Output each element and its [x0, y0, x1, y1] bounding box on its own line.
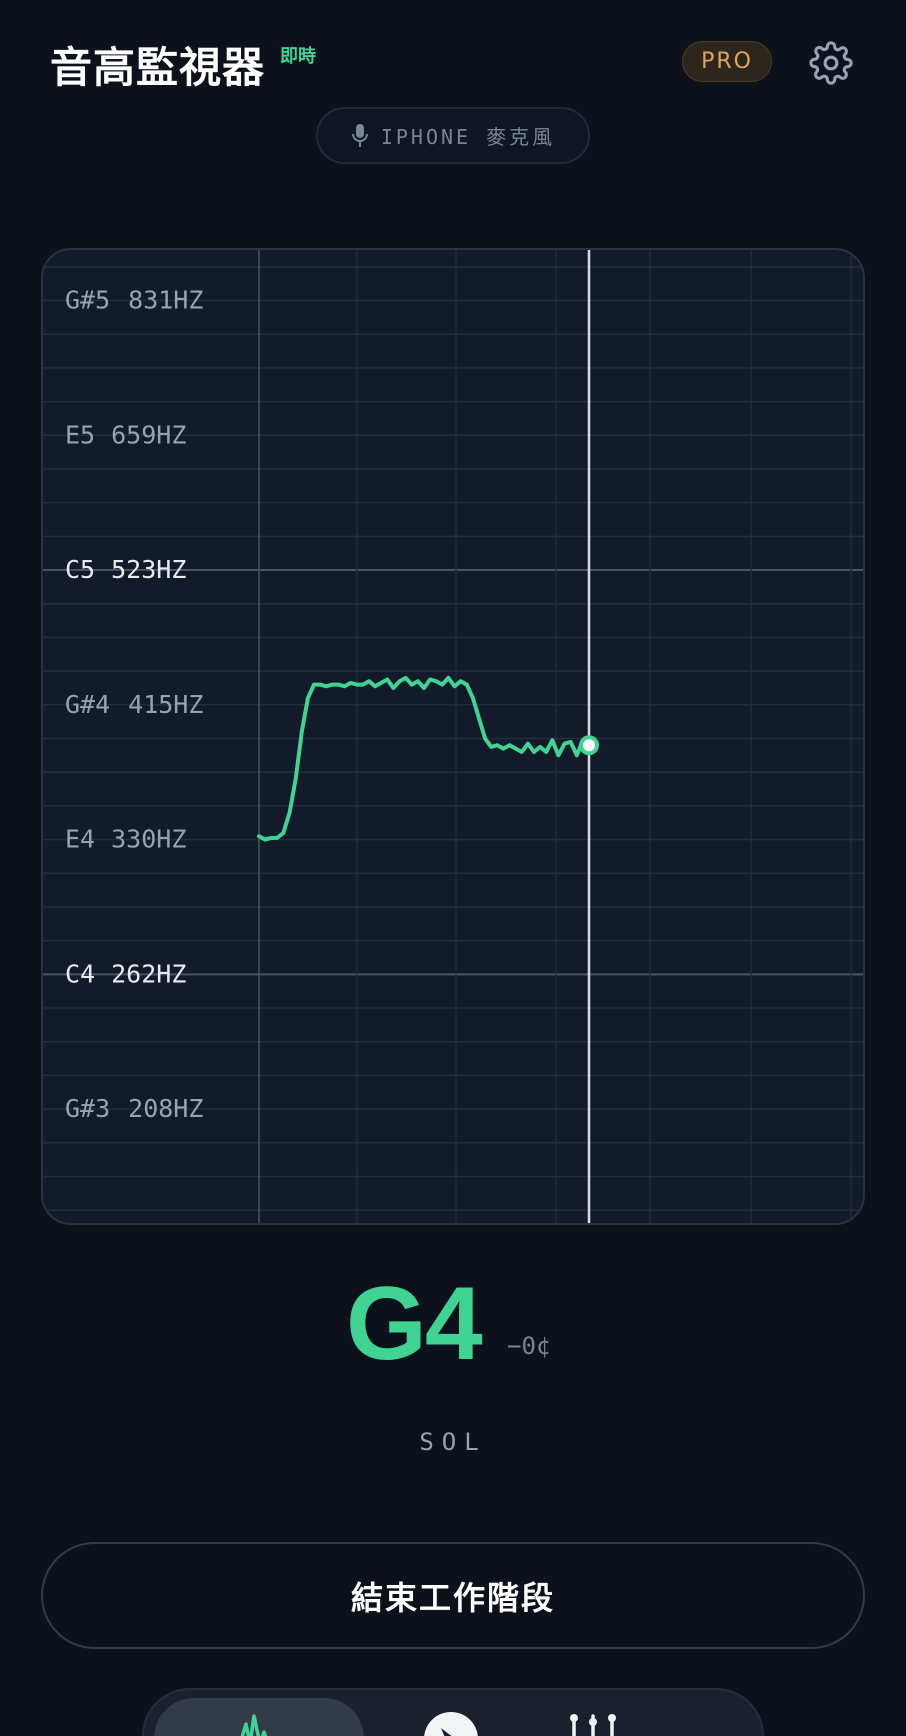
note-name: C4: [65, 959, 95, 988]
settings-button[interactable]: [808, 40, 854, 86]
end-session-button[interactable]: 結束工作階段: [41, 1542, 865, 1649]
note-label: G#4 415HZ: [65, 690, 203, 719]
note-name: E5: [65, 420, 95, 449]
tab-tuner[interactable]: [394, 1700, 504, 1736]
note-label: C5 523HZ: [65, 555, 186, 584]
note-frequency: 523HZ: [111, 555, 186, 584]
pitch-line: [257, 675, 591, 842]
sliders-icon: [570, 1714, 616, 1736]
detected-note: G4: [346, 1266, 483, 1382]
solfege-label: SOL: [419, 1428, 487, 1456]
note-name: G#4: [65, 690, 110, 719]
note-frequency: 208HZ: [128, 1094, 203, 1123]
note-name: G#5: [65, 286, 110, 315]
tab-bar: [142, 1688, 764, 1736]
input-source-label: IPHONE 麥克風: [380, 125, 556, 149]
note-frequency: 415HZ: [128, 690, 203, 719]
microphone-icon: [351, 123, 368, 147]
app-title: 音高監視器: [50, 43, 266, 92]
gear-icon: [809, 41, 853, 85]
tab-mixer[interactable]: [534, 1700, 644, 1736]
cents-offset: −0¢: [507, 1332, 551, 1360]
note-name: E4: [65, 825, 95, 854]
note-label: C4 262HZ: [65, 959, 186, 988]
pitch-chart-canvas: G#5 831HZ E5 659HZ C5 523HZ G#4 415HZ E4 330HZ C4 2…: [43, 250, 863, 1223]
gauge-icon: [424, 1712, 478, 1736]
note-name: C5: [65, 555, 95, 584]
pitch-chart: G#5 831HZ E5 659HZ C5 523HZ G#4 415HZ E4 330HZ C4 2…: [41, 248, 865, 1225]
note-name: G#3: [65, 1094, 110, 1123]
note-label: E5 659HZ: [65, 420, 186, 449]
note-label: G#5 831HZ: [65, 286, 203, 315]
waveform-icon: [240, 1714, 268, 1736]
input-source-button[interactable]: IPHONE 麥克風: [316, 107, 590, 164]
note-frequency: 659HZ: [111, 420, 186, 449]
note-frequency: 330HZ: [111, 825, 186, 854]
note-label: G#3 208HZ: [65, 1094, 203, 1123]
pitch-monitor-screen: 音高監視器 即時 PRO IPHONE 麥克風 G#5 831HZ E5 659HZ C…: [0, 0, 906, 1736]
live-badge: 即時: [280, 46, 316, 67]
note-frequency: 262HZ: [111, 959, 186, 988]
pro-button[interactable]: PRO: [682, 41, 772, 82]
current-pitch-marker-core: [583, 739, 595, 752]
note-frequency: 831HZ: [128, 286, 203, 315]
note-label: E4 330HZ: [65, 825, 186, 854]
